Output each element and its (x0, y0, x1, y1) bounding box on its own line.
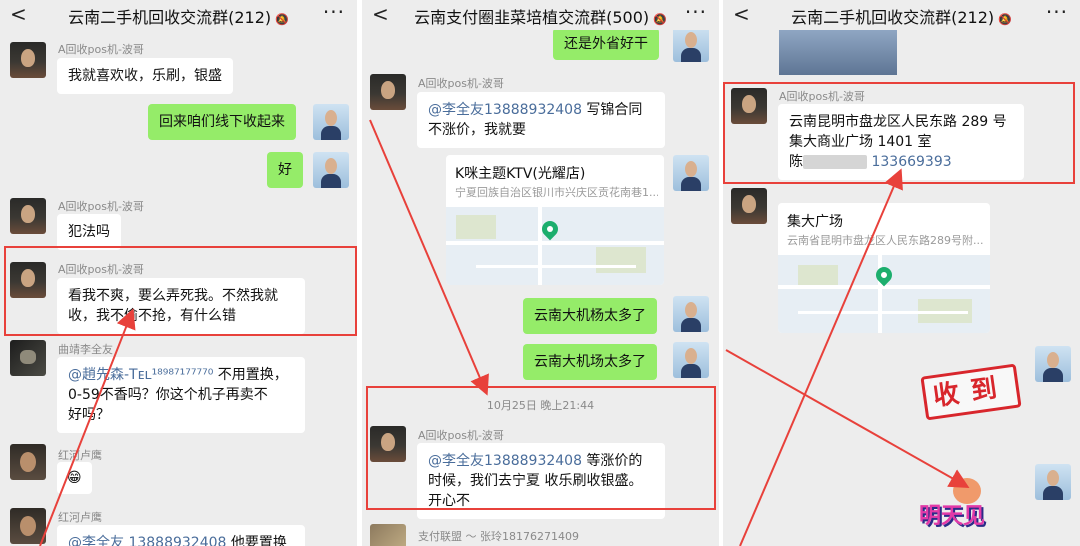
message-line: 好吗？ (68, 407, 110, 423)
chat-panel-1: < 云南二手机回收交流群(212) 🔕 ··· A回收pos机-波哥 我就喜欢收，… (0, 0, 357, 546)
sticker[interactable]: 明天见 (919, 478, 997, 538)
message-bubble[interactable]: 我就喜欢收，乐刷，银盛 (57, 58, 233, 94)
location-card[interactable]: 集大广场 云南省昆明市盘龙区人民东路289号附... (778, 203, 990, 333)
avatar[interactable] (1035, 346, 1071, 382)
avatar[interactable] (673, 26, 709, 62)
message-bubble[interactable]: @趙先森-Tᴇʟ¹⁸⁹⁸⁷¹⁷⁷⁷⁷⁰ 不用置换， 0-59不香吗？你这个机子再… (57, 357, 305, 433)
phone-link[interactable]: 13888932408 (128, 535, 226, 546)
sticker-text: 明天见 (919, 504, 986, 529)
mention-link[interactable]: @李全友 (68, 535, 124, 546)
received-stamp[interactable]: 收到 (920, 363, 1022, 421)
chat-panel-2: < 云南支付圈韭菜培植交流群(500) 🔕 ··· 还是外省好干 A回收pos机-… (362, 0, 719, 546)
message-bubble[interactable]: @李全友 13888932408 他要置换 (57, 525, 305, 546)
avatar[interactable] (10, 340, 46, 376)
sender-name: A回收pos机-波哥 (58, 200, 144, 213)
mention-link[interactable]: @趙先森-Tᴇʟ¹⁸⁹⁸⁷¹⁷⁷⁷⁷⁰ (68, 367, 213, 383)
avatar[interactable] (313, 152, 349, 188)
map-pin-icon (538, 217, 562, 241)
avatar[interactable] (10, 42, 46, 78)
message-bubble[interactable]: 云南大机场太多了 (523, 344, 657, 380)
chat-title: 云南支付圈韭菜培植交流群(500) 🔕 (414, 8, 667, 27)
message-line: 0-59不香吗？你这个机子再卖不 (68, 387, 268, 403)
sender-name: A回收pos机-波哥 (418, 77, 504, 90)
message-bubble[interactable]: 回来咱们线下收起来 (148, 104, 296, 140)
phone-link[interactable]: 13888932408 (484, 102, 582, 118)
map-thumbnail (446, 207, 664, 285)
chat-title: 云南二手机回收交流群(212) 🔕 (791, 8, 1012, 27)
avatar[interactable] (10, 198, 46, 234)
message-bubble[interactable]: 犯法吗 (57, 214, 121, 250)
sender-name: 红河卢鹰 (58, 449, 102, 462)
highlight-box (366, 386, 716, 510)
sender-name: 红河卢鹰 (58, 511, 102, 524)
mute-icon: 🔕 (275, 13, 289, 26)
location-title: 集大广场 (787, 214, 843, 230)
more-icon[interactable]: ··· (1046, 0, 1068, 24)
avatar[interactable] (673, 342, 709, 378)
location-card[interactable]: K咪主题KTV(光耀店) 宁夏回族自治区银川市兴庆区贡花南巷1... (446, 155, 664, 285)
mention-link[interactable]: @李全友 (428, 102, 484, 118)
highlight-box (723, 82, 1075, 184)
avatar[interactable] (10, 508, 46, 544)
chat-title: 云南二手机回收交流群(212) 🔕 (68, 8, 289, 27)
location-address: 宁夏回族自治区银川市兴庆区贡花南巷1... (455, 186, 658, 199)
avatar[interactable] (370, 74, 406, 110)
mute-icon: 🔕 (653, 13, 667, 26)
sender-name: 曲靖李全友 (58, 343, 113, 356)
emoji-bubble[interactable]: 😁 (57, 462, 92, 494)
map-pin-icon (872, 263, 896, 287)
location-address: 云南省昆明市盘龙区人民东路289号附... (787, 234, 984, 247)
avatar[interactable] (10, 444, 46, 480)
more-icon[interactable]: ··· (323, 0, 345, 24)
chat-panel-3: < 云南二手机回收交流群(212) 🔕 ··· A回收pos机-波哥 云南昆明市盘… (723, 0, 1080, 546)
location-title: K咪主题KTV(光耀店) (455, 166, 586, 182)
highlight-box (4, 246, 357, 336)
avatar[interactable] (673, 296, 709, 332)
chat-header: < 云南二手机回收交流群(212) 🔕 ··· (723, 0, 1080, 30)
map-thumbnail (778, 255, 990, 333)
message-bubble[interactable]: @李全友13888932408 写锦合同 不涨价，我就要 (417, 92, 665, 148)
avatar[interactable] (1035, 464, 1071, 500)
sender-name: A回收pos机-波哥 (58, 43, 144, 56)
more-icon[interactable]: ··· (685, 0, 707, 24)
sender-name: 支付联盟 ～ 张玲18176271409 (418, 530, 579, 543)
avatar[interactable] (370, 524, 406, 546)
mute-icon: 🔕 (998, 13, 1012, 26)
message-bubble[interactable]: 云南大机杨太多了 (523, 298, 657, 334)
chat-header: < 云南二手机回收交流群(212) 🔕 ··· (0, 0, 357, 30)
message-bubble[interactable]: 还是外省好干 (553, 28, 659, 60)
avatar[interactable] (731, 188, 767, 224)
avatar[interactable] (673, 155, 709, 191)
chat-header: < 云南支付圈韭菜培植交流群(500) 🔕 ··· (362, 0, 719, 30)
message-bubble[interactable]: 好 (267, 152, 303, 188)
avatar[interactable] (313, 104, 349, 140)
image-message[interactable] (779, 30, 897, 75)
message-line: 不涨价，我就要 (428, 122, 526, 138)
